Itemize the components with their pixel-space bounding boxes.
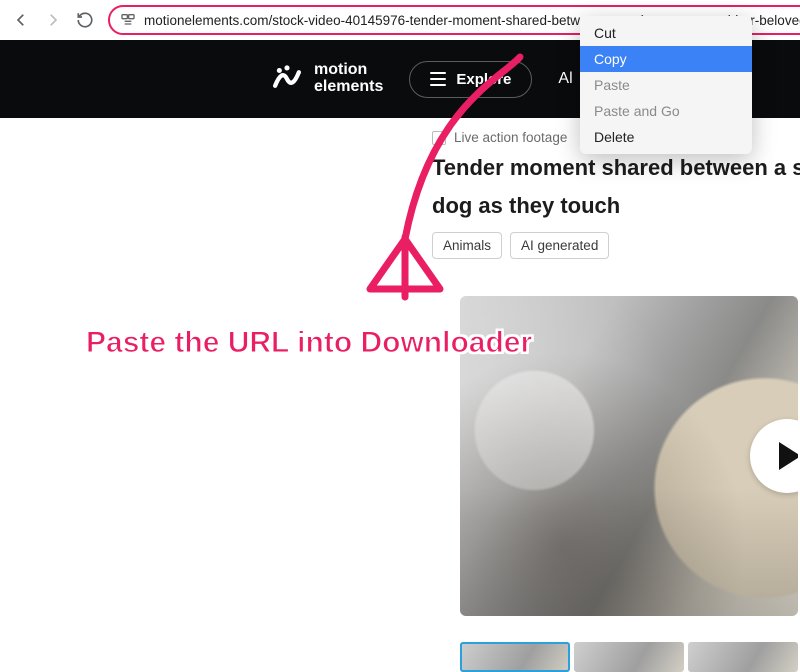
nav-arrows [8, 11, 102, 29]
tag-animals[interactable]: Animals [432, 232, 502, 259]
logo-line2: elements [314, 79, 383, 96]
ctx-delete[interactable]: Delete [580, 124, 752, 150]
thumbnail[interactable] [688, 642, 798, 672]
ctx-paste-and-go[interactable]: Paste and Go [580, 98, 752, 124]
explore-button[interactable]: Explore [409, 61, 532, 98]
hamburger-icon [430, 72, 446, 86]
logo[interactable]: motion elements [270, 62, 383, 96]
ctx-paste[interactable]: Paste [580, 72, 752, 98]
tag-ai-generated[interactable]: AI generated [510, 232, 609, 259]
video-title-line2: dog as they touch [432, 191, 800, 221]
context-menu: Cut Copy Paste Paste and Go Delete [580, 16, 752, 154]
play-icon [779, 442, 799, 470]
forward-button[interactable] [44, 11, 62, 29]
logo-icon [270, 62, 304, 96]
reload-button[interactable] [76, 11, 94, 29]
footage-type-icon [432, 131, 446, 145]
site-settings-icon[interactable] [120, 12, 136, 28]
video-title-line1: Tender moment shared between a se [432, 153, 800, 183]
logo-line1: motion [314, 62, 383, 79]
thumbnail[interactable] [574, 642, 684, 672]
explore-label: Explore [456, 71, 511, 88]
back-button[interactable] [12, 11, 30, 29]
ctx-cut[interactable]: Cut [580, 20, 752, 46]
tags: Animals AI generated [432, 232, 800, 259]
nav-item-partial[interactable]: Al [558, 70, 572, 88]
thumbnail[interactable] [460, 642, 570, 672]
footage-type-label: Live action footage [454, 130, 567, 145]
annotation-text: Paste the URL into Downloader [86, 326, 532, 360]
ctx-copy[interactable]: Copy [580, 46, 752, 72]
logo-text: motion elements [314, 62, 383, 96]
thumbnail-strip [460, 642, 798, 672]
